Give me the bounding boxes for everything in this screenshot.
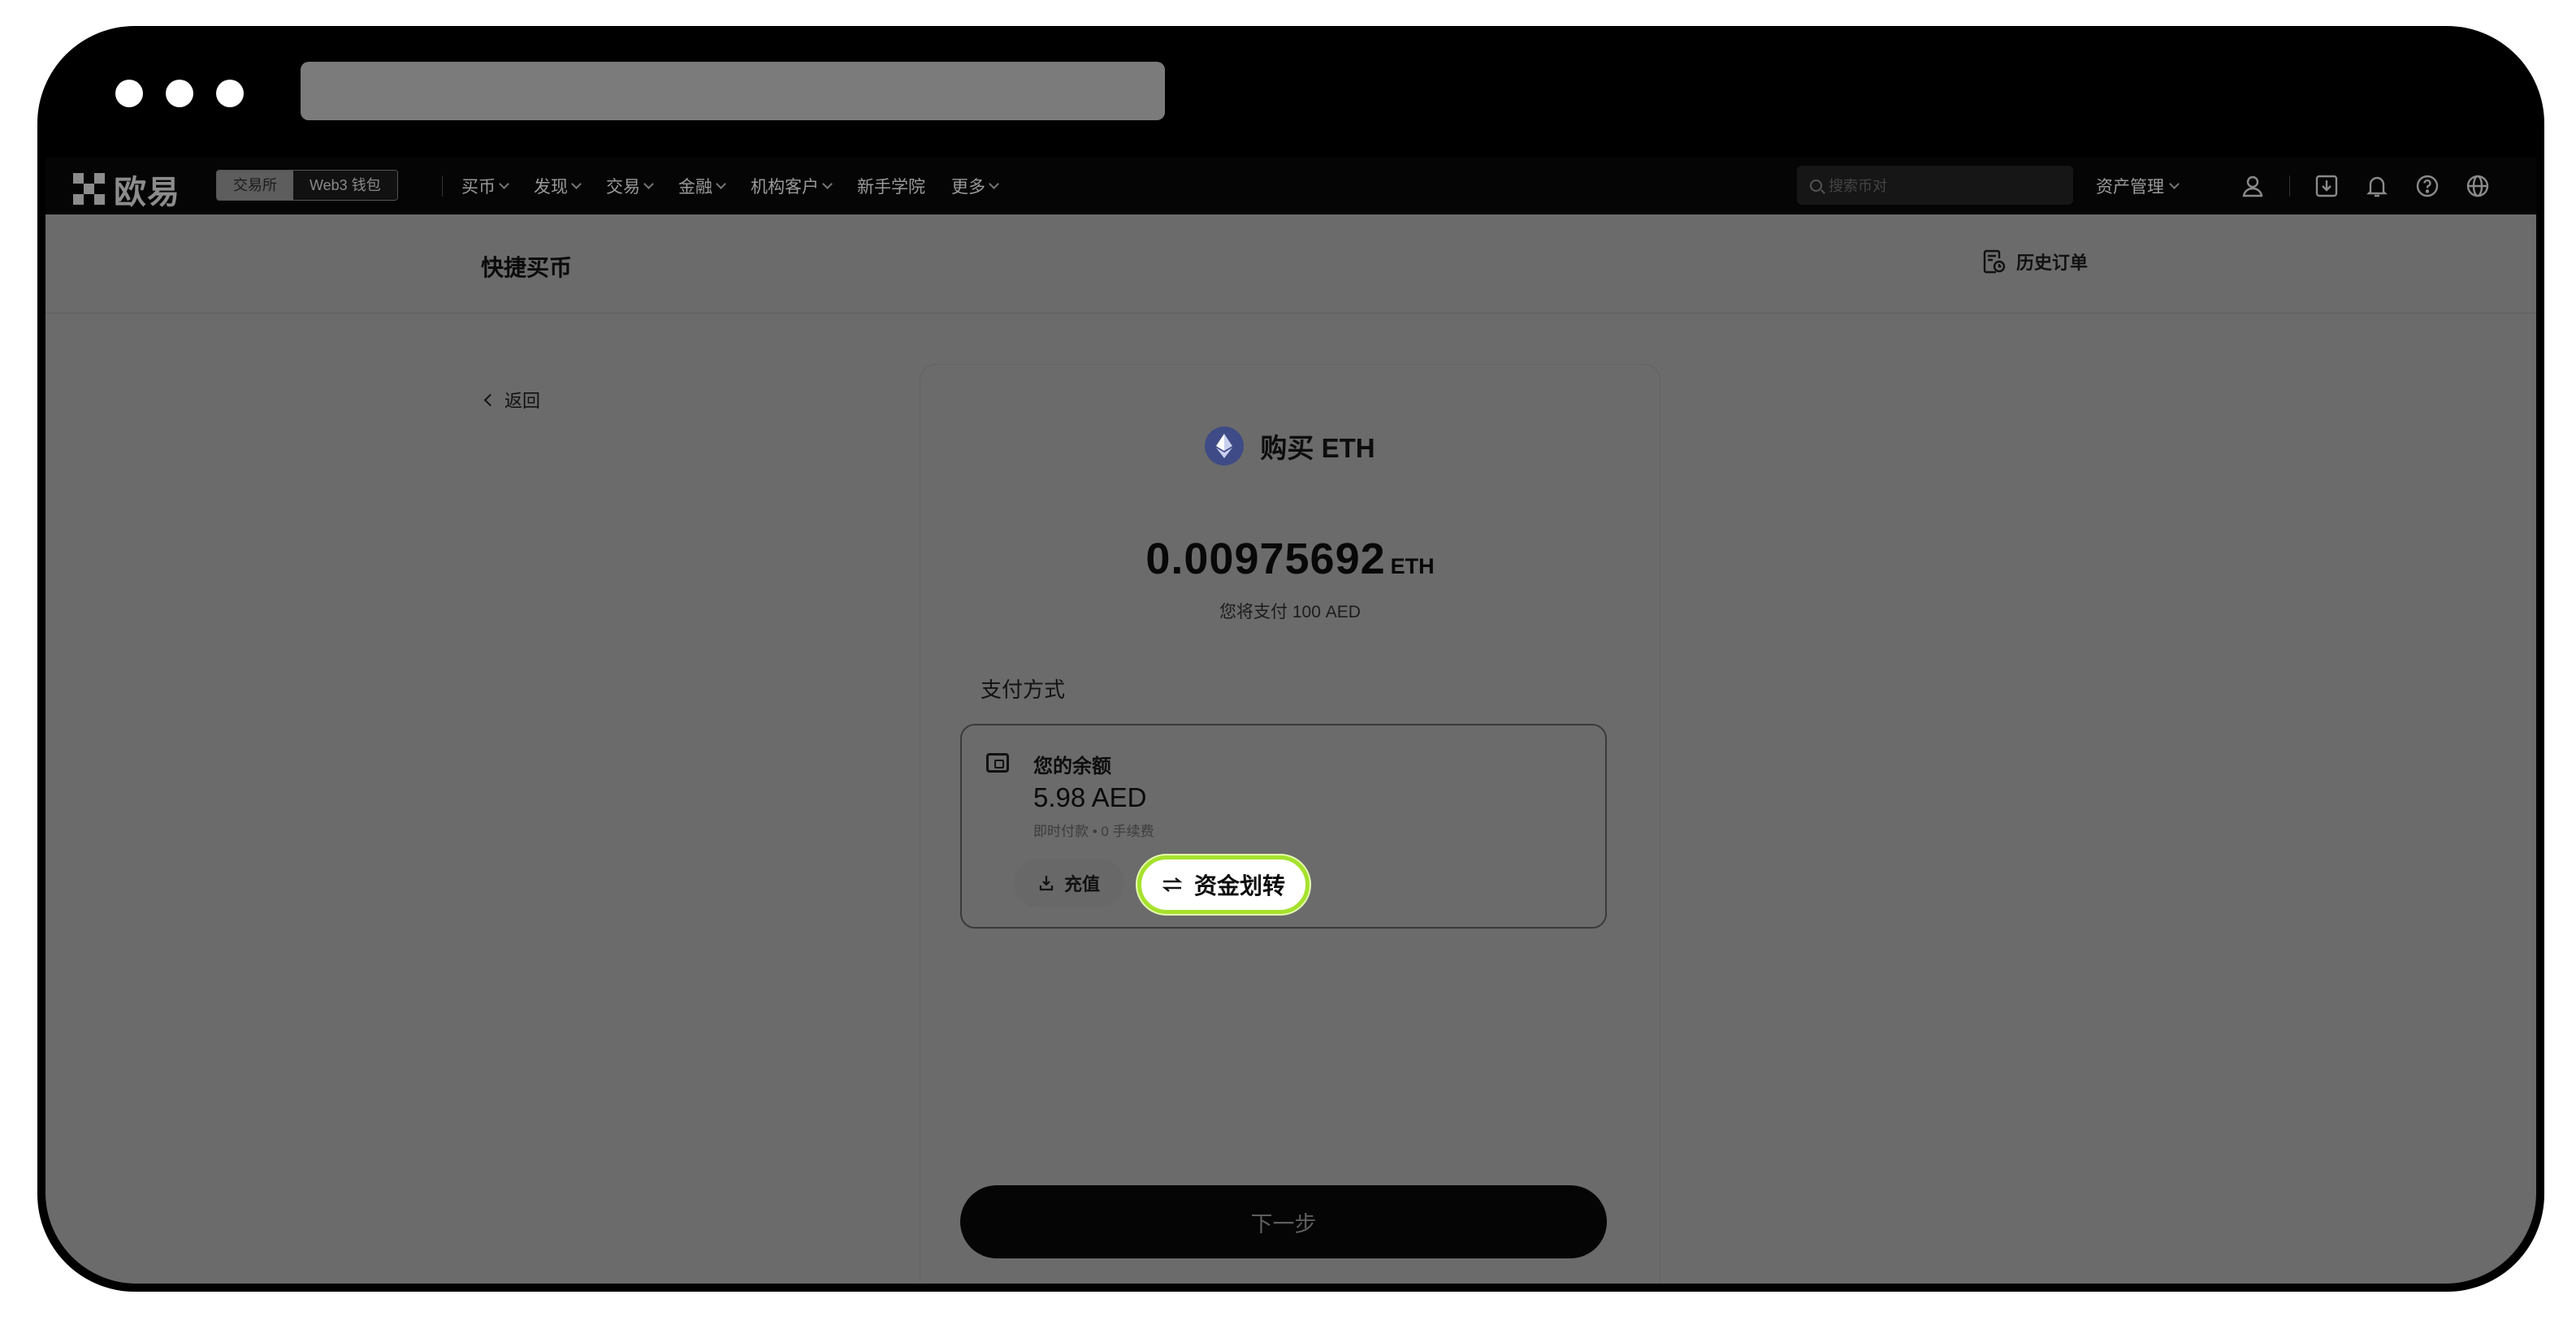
chevron-down-icon [499, 178, 509, 189]
menu-institutional[interactable]: 机构客户 [751, 174, 833, 198]
tab-exchange[interactable]: 交易所 [217, 171, 293, 200]
eth-amount: 0.00975692 ETH [920, 534, 1660, 584]
balance-title: 您的余额 [1033, 756, 1111, 777]
history-icon [1983, 249, 2006, 274]
search-input[interactable]: 搜索币对 [1797, 166, 2073, 205]
pay-amount-note: 您将支付 100 AED [1219, 603, 1361, 621]
balance-subtext: 即时付款 • 0 手续费 [1033, 824, 1154, 839]
page-viewport: 欧易 交易所 Web3 钱包 买币 发现 交易 金融 机构客户 新手学院 更多 … [45, 158, 2536, 1284]
menu-discover[interactable]: 发现 [534, 174, 582, 198]
transfer-funds-button[interactable]: 资金划转 [1137, 855, 1310, 914]
deposit-button[interactable]: 充值 [1014, 859, 1125, 907]
chevron-down-icon [989, 178, 999, 189]
nav-divider [442, 175, 443, 197]
address-bar[interactable] [301, 62, 1165, 120]
page-title: 快捷买币 [481, 255, 573, 280]
transfer-icon [1162, 877, 1183, 892]
browser-window: 欧易 交易所 Web3 钱包 买币 发现 交易 金融 机构客户 新手学院 更多 … [37, 26, 2544, 1292]
top-nav: 欧易 交易所 Web3 钱包 买币 发现 交易 金融 机构客户 新手学院 更多 … [45, 158, 2536, 214]
buy-title: 购买 ETH [920, 427, 1660, 465]
chevron-down-icon [716, 178, 726, 189]
balance-value: 5.98 AED [1033, 782, 1147, 812]
user-icon[interactable] [2239, 172, 2266, 200]
chevron-down-icon [643, 178, 654, 189]
search-icon [1810, 179, 1822, 192]
asset-management-menu[interactable]: 资产管理 [2096, 158, 2180, 214]
search-placeholder: 搜索币对 [1829, 178, 1887, 194]
nav-divider [2289, 175, 2290, 197]
download-icon[interactable] [2313, 172, 2340, 200]
page-header: 快捷买币 历史订单 [45, 214, 2536, 314]
window-dot-close[interactable] [115, 80, 143, 107]
bell-icon[interactable] [2363, 172, 2391, 200]
payment-method-label: 支付方式 [981, 678, 1066, 702]
eth-icon [1205, 427, 1245, 465]
main-menu: 买币 发现 交易 金融 机构客户 新手学院 更多 [461, 158, 999, 214]
menu-finance[interactable]: 金融 [678, 174, 726, 198]
window-dot-minimize[interactable] [166, 80, 193, 107]
help-icon[interactable] [2414, 172, 2441, 200]
menu-academy[interactable]: 新手学院 [857, 174, 925, 198]
logo[interactable]: 欧易 [73, 166, 180, 213]
balance-payment-option[interactable]: 您的余额 5.98 AED 即时付款 • 0 手续费 充值 资金划转 [960, 724, 1607, 929]
menu-buy-crypto[interactable]: 买币 [461, 174, 509, 198]
nav-icon-group [2239, 158, 2492, 214]
globe-icon[interactable] [2464, 172, 2492, 200]
buy-card: 购买 ETH 0.00975692 ETH 您将支付 100 AED 支付方式 您… [920, 364, 1660, 1284]
window-controls [115, 80, 244, 107]
product-switch: 交易所 Web3 钱包 [216, 170, 398, 201]
amount-value: 0.00975692 [1145, 535, 1386, 583]
logo-text: 欧易 [114, 175, 180, 210]
back-link[interactable]: 返回 [483, 387, 540, 413]
chevron-down-icon [2169, 178, 2180, 189]
window-dot-maximize[interactable] [216, 80, 244, 107]
chevron-down-icon [571, 178, 582, 189]
logo-icon [73, 173, 106, 206]
tab-web3-wallet[interactable]: Web3 钱包 [293, 171, 397, 200]
menu-more[interactable]: 更多 [951, 174, 999, 198]
menu-trade[interactable]: 交易 [606, 174, 654, 198]
deposit-icon [1039, 876, 1054, 891]
next-step-button[interactable]: 下一步 [960, 1185, 1607, 1258]
history-orders-link[interactable]: 历史订单 [1982, 249, 2088, 275]
chevron-down-icon [822, 178, 833, 189]
chevron-left-icon [483, 393, 497, 406]
amount-unit: ETH [1390, 554, 1435, 578]
wallet-icon [986, 753, 1009, 773]
